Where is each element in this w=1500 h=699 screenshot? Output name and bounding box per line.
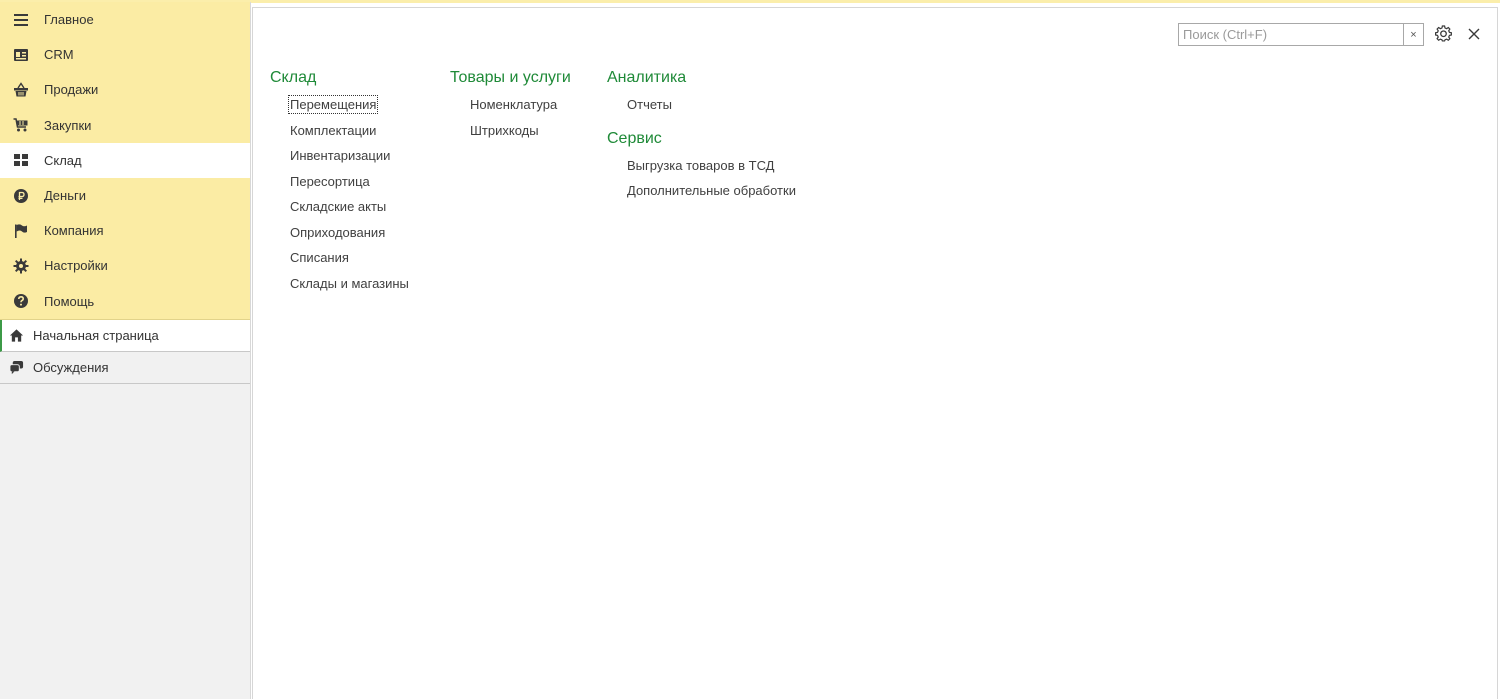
command-receipts[interactable]: Оприходования <box>270 220 410 246</box>
command-warehouse-acts[interactable]: Складские акты <box>270 194 410 220</box>
flag-icon <box>12 222 30 240</box>
sidebar-item-label: Деньги <box>44 188 86 204</box>
basket-icon <box>12 81 30 99</box>
sidebar-item-label: Закупки <box>44 117 92 133</box>
command-inventories[interactable]: Инвентаризации <box>270 143 410 169</box>
sidebar-link-home[interactable]: Начальная страница <box>0 319 250 352</box>
contact-card-icon <box>12 46 30 64</box>
sidebar-item-sales[interactable]: Продажи <box>0 72 250 107</box>
command-assemblies[interactable]: Комплектации <box>270 118 410 144</box>
sidebar-item-label: Склад <box>44 152 82 168</box>
group-title-service: Сервис <box>607 129 662 147</box>
chat-icon <box>7 358 25 376</box>
sidebar-item-purchases[interactable]: Закупки <box>0 108 250 143</box>
command-column-3: Аналитика Отчеты Сервис Выгрузка товаров… <box>607 67 797 204</box>
close-button[interactable] <box>1464 25 1484 45</box>
command-barcodes[interactable]: Штрихкоды <box>450 118 571 144</box>
command-export-to-tsd[interactable]: Выгрузка товаров в ТСД <box>607 153 797 179</box>
menu-icon <box>12 11 30 29</box>
command-transfers[interactable]: Перемещения <box>270 92 410 118</box>
ruble-icon <box>12 187 30 205</box>
sidebar-link-discussions[interactable]: Обсуждения <box>0 352 250 384</box>
group-title-analytics: Аналитика <box>607 69 687 86</box>
sidebar-item-company[interactable]: Компания <box>0 213 250 248</box>
group-title-goods-and-services: Товары и услуги <box>450 69 571 86</box>
sidebar-item-label: CRM <box>44 47 74 63</box>
sidebar-item-label: Главное <box>44 12 94 28</box>
sidebar-item-main[interactable]: Главное <box>0 2 250 37</box>
search-clear-button[interactable]: × <box>1403 24 1423 45</box>
command-regrading[interactable]: Пересортица <box>270 169 410 195</box>
main-panel: × Склад Перемещения Комплектации Инвента… <box>252 7 1498 699</box>
gear-icon <box>12 257 30 275</box>
sidebar-item-settings[interactable]: Настройки <box>0 248 250 283</box>
command-column-2: Товары и услуги Номенклатура Штрихкоды <box>450 67 571 143</box>
sidebar-item-warehouse[interactable]: Склад <box>0 142 250 178</box>
sidebar-item-label: Помощь <box>44 293 95 309</box>
sidebar-item-help[interactable]: Помощь <box>0 284 250 319</box>
command-additional-processing[interactable]: Дополнительные обработки <box>607 178 797 204</box>
command-column-1: Склад Перемещения Комплектации Инвентари… <box>270 67 410 296</box>
section-panel: Главное CRM Продажи Закупки Склад Деньги… <box>0 2 250 320</box>
warehouse-grid-icon <box>12 151 30 169</box>
sidebar-item-label: Настройки <box>44 258 108 274</box>
command-nomenclature[interactable]: Номенклатура <box>450 92 571 118</box>
sidebar-item-money[interactable]: Деньги <box>0 178 250 213</box>
sidebar-item-label: Продажи <box>44 82 99 98</box>
sidebar-item-crm[interactable]: CRM <box>0 37 250 72</box>
settings-button[interactable] <box>1433 25 1453 45</box>
command-warehouses-and-stores[interactable]: Склады и магазины <box>270 271 410 297</box>
gear-icon <box>1434 25 1452 45</box>
cart-icon <box>12 116 30 134</box>
command-reports[interactable]: Отчеты <box>607 92 797 118</box>
group-title-warehouse: Склад <box>270 69 317 86</box>
command-write-offs[interactable]: Списания <box>270 245 410 271</box>
close-icon <box>1468 28 1480 43</box>
sidebar-item-label: Компания <box>44 223 104 239</box>
home-icon <box>7 326 25 344</box>
search-input[interactable] <box>1179 24 1403 45</box>
sidebar: Главное CRM Продажи Закупки Склад Деньги… <box>0 2 251 699</box>
sidebar-link-label: Начальная страница <box>33 327 159 343</box>
search-box: × <box>1178 23 1424 46</box>
help-icon <box>12 292 30 310</box>
sidebar-link-label: Обсуждения <box>33 359 109 375</box>
